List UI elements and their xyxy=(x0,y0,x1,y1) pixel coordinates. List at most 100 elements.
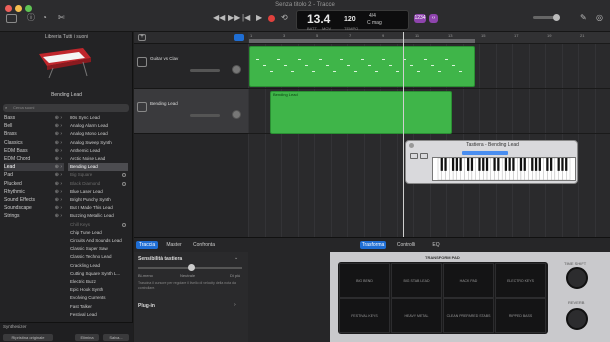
patch-item[interactable]: Black Diamond xyxy=(68,180,128,188)
category-item[interactable]: EDM Bass ⊕ › xyxy=(4,147,64,155)
black-key[interactable] xyxy=(523,158,526,171)
chevron-right-icon[interactable]: › xyxy=(234,302,236,308)
notepad-icon[interactable]: ✎ xyxy=(580,13,587,22)
patch-item[interactable]: Bright Punchy Synth xyxy=(68,196,128,204)
transform-pad-cell[interactable]: BIG STAB LEAD xyxy=(391,263,442,298)
track-pan-knob[interactable] xyxy=(232,65,241,74)
black-key[interactable] xyxy=(557,158,560,171)
cycle-region[interactable] xyxy=(249,39,475,43)
category-item[interactable]: Rhythmic ⊕ › xyxy=(4,188,64,196)
black-key[interactable] xyxy=(565,158,568,171)
download-icon[interactable] xyxy=(122,181,126,186)
black-key[interactable] xyxy=(497,158,500,171)
editors-icon[interactable]: ✄ xyxy=(58,13,65,22)
transform-pad-cell[interactable]: BIG BEND xyxy=(339,263,390,298)
track-volume-slider[interactable] xyxy=(190,69,220,72)
category-item[interactable]: Plucked ⊕ › xyxy=(4,180,64,188)
black-key[interactable] xyxy=(508,158,511,171)
revert-button[interactable]: Ripristina originale xyxy=(3,334,53,341)
track-pan-knob[interactable] xyxy=(232,110,241,119)
master-volume-knob[interactable] xyxy=(553,14,560,21)
patch-item[interactable]: Electric Buzz xyxy=(68,278,128,286)
patch-item[interactable]: Classic Techno Lead xyxy=(68,253,128,261)
minimize-window-button[interactable] xyxy=(15,5,22,12)
typing-view-icon[interactable] xyxy=(420,153,428,159)
chevron-down-icon[interactable]: ⌄ xyxy=(234,255,238,261)
black-key[interactable] xyxy=(538,158,541,171)
black-key[interactable] xyxy=(470,158,474,171)
category-item[interactable]: Sound Effects ⊕ › xyxy=(4,196,64,204)
search-field[interactable]: ⌕ Cerca suoni xyxy=(3,104,129,112)
forward-button[interactable]: ▶▶ xyxy=(228,13,240,22)
track-header-1[interactable]: Guitar vs Clav xyxy=(134,44,248,89)
patch-item[interactable]: Circuits And Sounds Lead xyxy=(68,237,128,245)
transform-pad-cell[interactable]: HACK PAD xyxy=(443,263,494,298)
patch-item[interactable]: 80s Sync Lead xyxy=(68,114,128,122)
black-key[interactable] xyxy=(504,158,508,171)
black-key[interactable] xyxy=(550,158,553,171)
help-icon[interactable]: ⓘ xyxy=(27,13,35,22)
track-header-2[interactable]: Bending Lead xyxy=(134,89,248,134)
play-button[interactable]: ▶ xyxy=(256,13,262,22)
patch-item[interactable]: Crackling Lead xyxy=(68,262,128,270)
metronome-button[interactable]: ‹› xyxy=(429,14,438,23)
patch-item[interactable]: Arctic Noise Lead xyxy=(68,155,128,163)
patch-item[interactable]: Cutting Square Synth L... xyxy=(68,270,128,278)
black-key[interactable] xyxy=(561,158,564,171)
loop-browser-icon[interactable]: ◎ xyxy=(596,13,603,22)
transform-pad-cell[interactable]: FESTIVAL KEYS xyxy=(339,298,390,333)
arrange-area[interactable]: 1 3 5 7 9 11 13 15 17 19 21 Bending Lead xyxy=(248,32,610,237)
category-item[interactable]: Brass ⊕ › xyxy=(4,130,64,138)
patch-item[interactable]: Evolving Currents xyxy=(68,294,128,302)
black-key[interactable] xyxy=(467,158,470,171)
patch-item[interactable]: But I Made This Lead xyxy=(68,204,128,212)
keyboard-view-icon[interactable] xyxy=(410,153,418,159)
add-track-button[interactable]: + xyxy=(138,34,146,41)
tab-master[interactable]: Master xyxy=(164,241,184,249)
tab-track[interactable]: Traccia xyxy=(136,241,158,249)
patch-item[interactable]: Analog Mono Lead xyxy=(68,130,128,138)
patch-item[interactable]: Blue Laser Lead xyxy=(68,188,128,196)
tab-eq[interactable]: EQ xyxy=(428,241,444,249)
velocity-slider-thumb[interactable] xyxy=(188,264,195,271)
record-button[interactable] xyxy=(268,15,275,22)
piano-keys[interactable] xyxy=(432,157,576,181)
category-item[interactable]: Bass ⊕ › xyxy=(4,114,64,122)
patch-item[interactable]: Analog Alarm Lead xyxy=(68,122,128,130)
patch-item[interactable]: Fast Talker xyxy=(68,303,128,311)
category-item[interactable]: Classics ⊕ › xyxy=(4,139,64,147)
tab-transform[interactable]: Trasforma xyxy=(360,241,386,249)
patch-item[interactable]: Chill Keys xyxy=(68,221,128,229)
smart-controls-icon[interactable]: ◔ xyxy=(42,13,47,22)
catch-playhead-button[interactable] xyxy=(234,34,244,41)
black-key[interactable] xyxy=(519,158,523,171)
category-item[interactable]: EDM Chord ⊕ › xyxy=(4,155,64,163)
black-key[interactable] xyxy=(455,158,458,171)
patch-item[interactable]: Epic Hook Synth xyxy=(68,286,128,294)
lcd-display[interactable]: 13.4 BATT MOV 120 TEMPO 4/4 C mag xyxy=(296,10,409,31)
patch-item[interactable]: Classic Super Saw xyxy=(68,245,128,253)
black-key[interactable] xyxy=(531,158,534,171)
playhead[interactable] xyxy=(403,32,404,237)
category-item[interactable]: Strings ⊕ › xyxy=(4,212,64,220)
patch-item[interactable]: Anthemic Lead xyxy=(68,147,128,155)
black-key[interactable] xyxy=(440,158,443,171)
zoom-window-button[interactable] xyxy=(25,5,32,12)
patch-item[interactable]: Bending Lead xyxy=(68,163,128,172)
count-in-button[interactable]: 1234 xyxy=(414,14,426,23)
cycle-button[interactable]: ⟲ xyxy=(281,13,288,22)
octave-range-indicator[interactable] xyxy=(462,151,508,155)
tab-controls[interactable]: Controlli xyxy=(392,241,420,249)
patch-item[interactable]: Analog Sweep Synth xyxy=(68,139,128,147)
black-key[interactable] xyxy=(512,158,515,171)
delete-button[interactable]: Elimina xyxy=(75,334,99,341)
category-item[interactable]: Lead ⊕ › xyxy=(4,163,64,172)
black-key[interactable] xyxy=(534,158,538,171)
black-key[interactable] xyxy=(485,158,489,171)
patch-item[interactable]: Festival Lead xyxy=(68,311,128,319)
download-icon[interactable] xyxy=(122,222,126,227)
time-shift-knob[interactable] xyxy=(566,267,588,289)
transform-pad-cell[interactable]: ELECTRO KEYS xyxy=(495,263,546,298)
black-key[interactable] xyxy=(493,158,496,171)
rewind-button[interactable]: ◀◀ xyxy=(213,13,225,22)
